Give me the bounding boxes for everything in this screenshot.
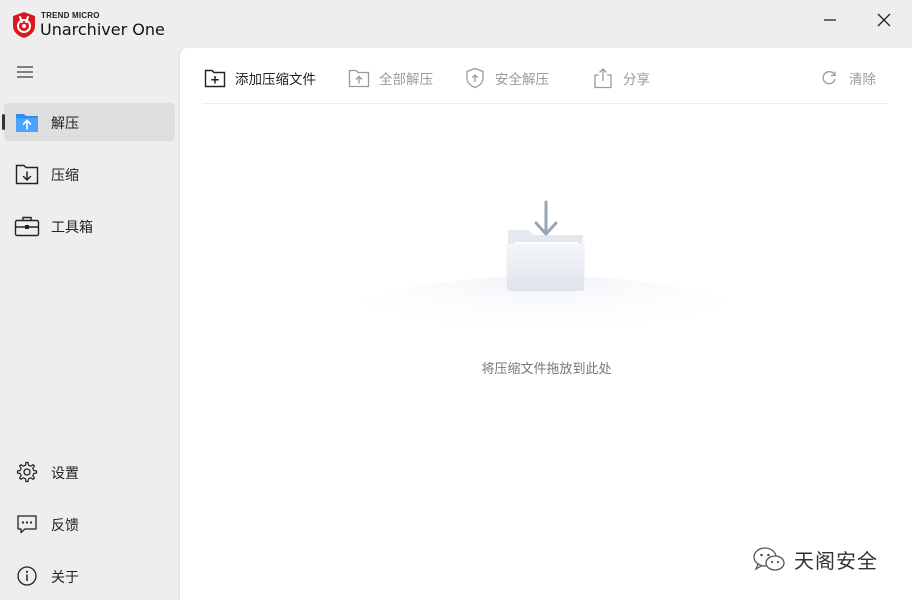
share-label: 分享 (623, 72, 650, 88)
extract-all-button[interactable]: 全部解压 (348, 66, 433, 90)
minimize-icon (824, 19, 836, 21)
toolbox-icon (14, 216, 40, 237)
safe-extract-label: 安全解压 (495, 72, 549, 88)
download-arrow-icon (534, 200, 558, 236)
share-icon (594, 68, 612, 89)
brand-vendor: TREND MICRO (41, 11, 100, 20)
info-icon (17, 566, 37, 586)
sidebar-item-label: 解压 (51, 116, 79, 132)
toolbar: 添加压缩文件 全部解压 安全解压 分享 清除 (202, 62, 888, 104)
sidebar-item-compress[interactable]: 压缩 (4, 155, 175, 193)
sidebar-item-label: 压缩 (51, 168, 79, 184)
hamburger-icon (17, 66, 33, 78)
sidebar-item-label: 设置 (51, 466, 79, 482)
close-icon (877, 13, 891, 27)
watermark: 天阁安全 (752, 545, 878, 574)
gear-icon (16, 461, 38, 483)
feedback-icon (17, 515, 37, 534)
trend-micro-logo (13, 12, 35, 38)
clear-label: 清除 (849, 72, 876, 88)
extract-all-label: 全部解压 (379, 72, 433, 88)
add-file-icon (204, 69, 226, 88)
extract-folder-icon (16, 114, 38, 132)
add-archive-label: 添加压缩文件 (235, 72, 316, 88)
compress-folder-icon (15, 164, 39, 185)
share-button[interactable]: 分享 (592, 66, 650, 90)
app-title: Unarchiver One (40, 20, 165, 39)
sidebar-item-about[interactable]: 关于 (4, 557, 175, 595)
active-indicator (2, 114, 5, 130)
menu-button[interactable] (14, 62, 36, 82)
sidebar-item-feedback[interactable]: 反馈 (4, 505, 175, 543)
sidebar-item-extract[interactable]: 解压 (2, 103, 175, 141)
shield-icon (466, 67, 484, 89)
folder-front (506, 244, 585, 291)
drop-hint: 将压缩文件拖放到此处 (481, 362, 612, 377)
refresh-icon (822, 71, 836, 85)
sidebar-item-settings[interactable]: 设置 (4, 453, 175, 491)
main-panel: 添加压缩文件 全部解压 安全解压 分享 清除 将压缩文件拖放到此处 (179, 48, 912, 600)
title-bar: TREND MICRO Unarchiver One (0, 0, 912, 48)
extract-all-icon (348, 69, 370, 88)
sidebar-item-label: 反馈 (51, 518, 79, 534)
minimize-button[interactable] (816, 8, 844, 32)
watermark-text: 天阁安全 (794, 549, 878, 573)
sidebar-item-label: 关于 (51, 570, 79, 586)
sidebar-item-label: 工具箱 (51, 220, 93, 236)
sidebar-item-toolbox[interactable]: 工具箱 (4, 207, 175, 245)
add-archive-button[interactable]: 添加压缩文件 (204, 66, 316, 90)
safe-extract-button[interactable]: 安全解压 (464, 66, 549, 90)
sidebar: 解压 压缩 工具箱 设置 反馈 关于 (0, 48, 179, 600)
wechat-icon (753, 546, 785, 571)
close-button[interactable] (870, 8, 898, 32)
clear-button[interactable]: 清除 (818, 66, 876, 90)
